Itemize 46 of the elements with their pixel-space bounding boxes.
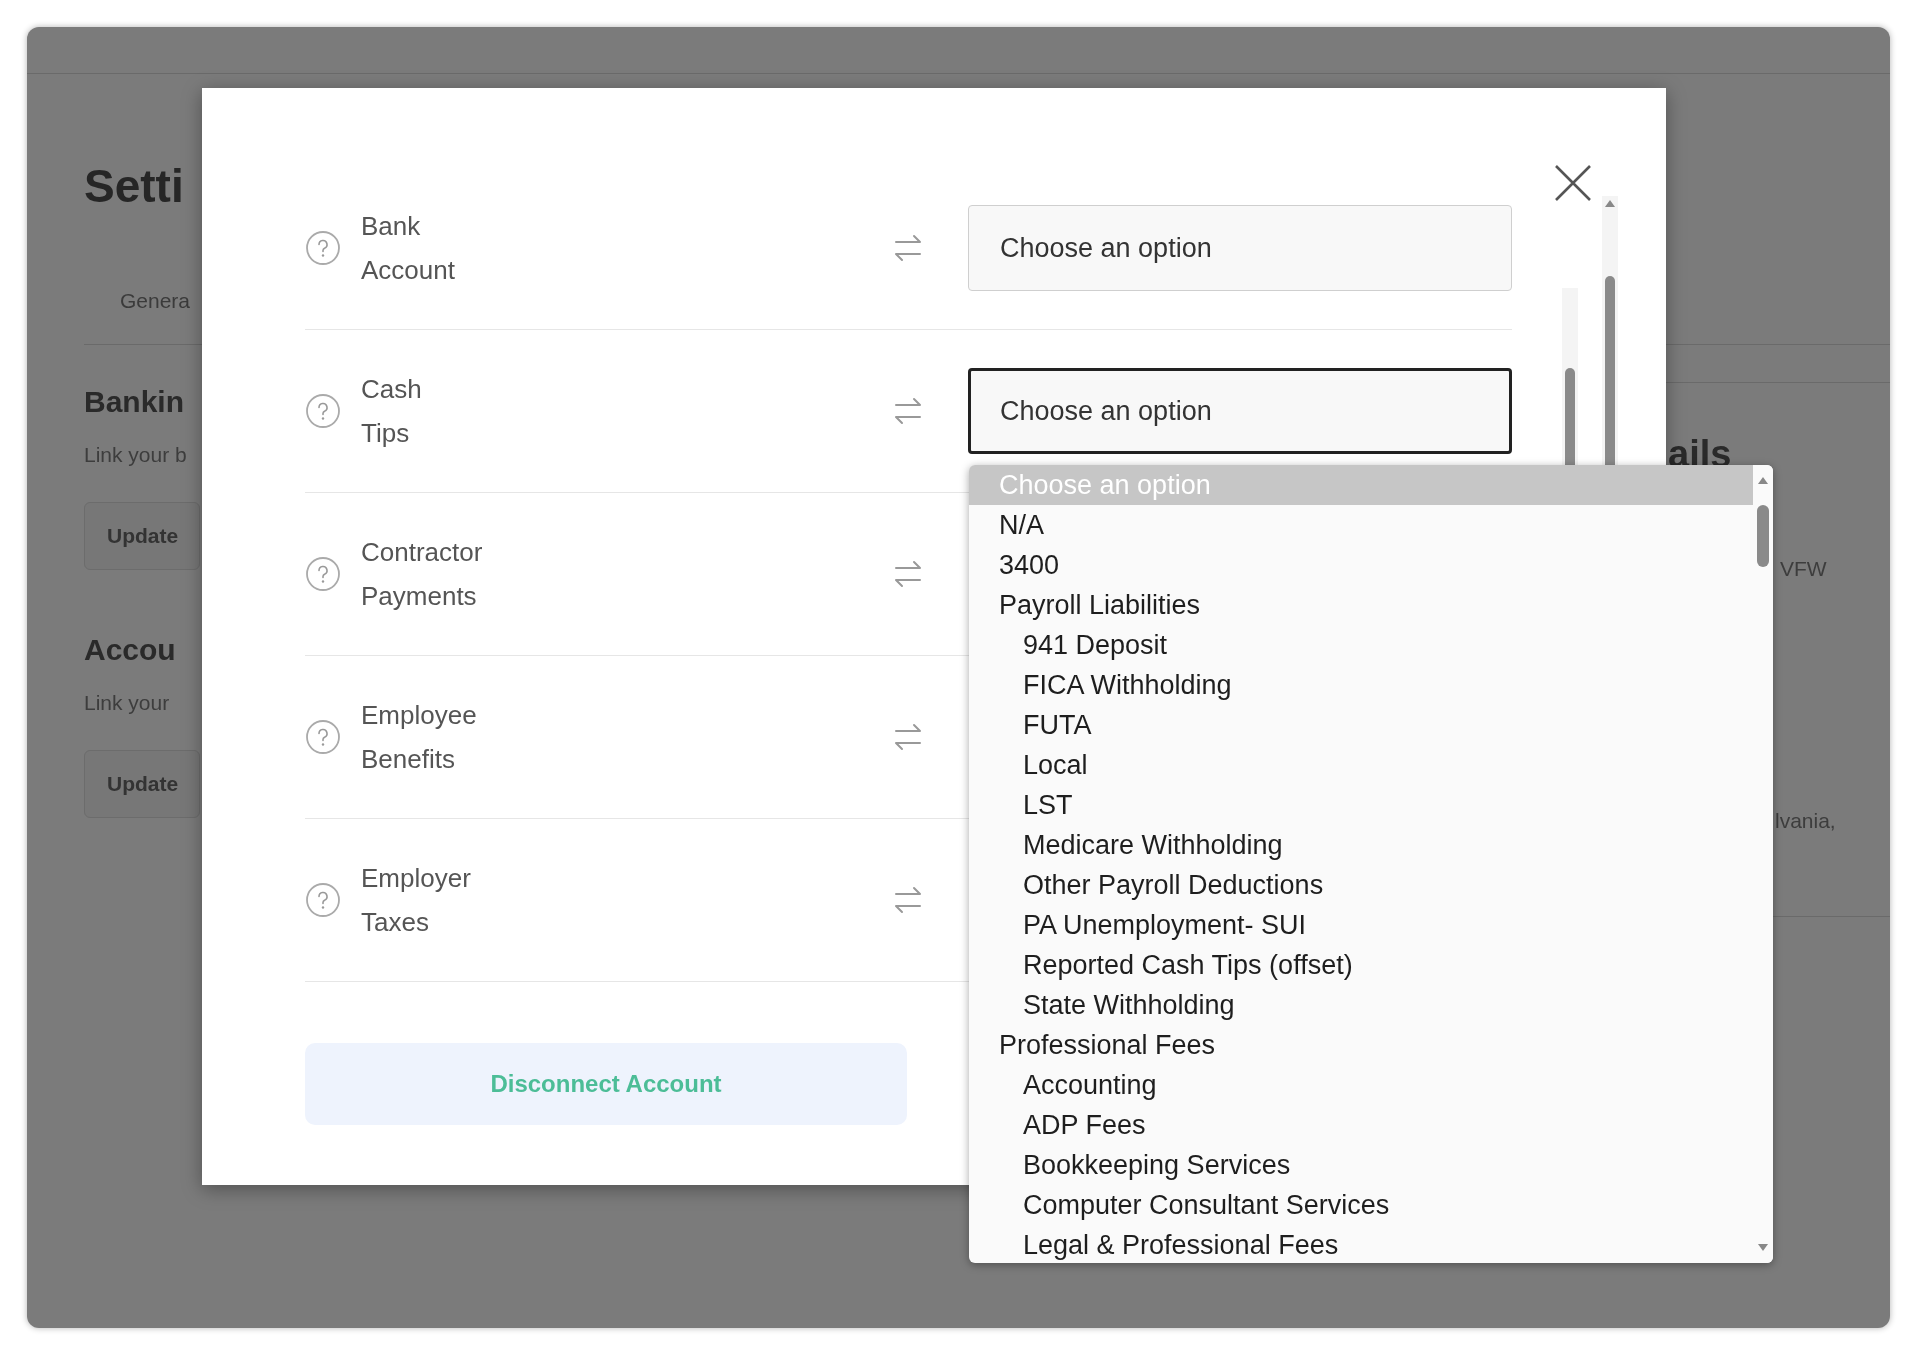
dropdown-option[interactable]: 941 Deposit: [969, 625, 1753, 665]
sync-icon: [892, 397, 924, 425]
select-field[interactable]: Choose an option: [968, 205, 1512, 291]
dropdown-option[interactable]: Local: [969, 745, 1753, 785]
dropdown-option[interactable]: Reported Cash Tips (offset): [969, 945, 1753, 985]
help-icon[interactable]: [305, 230, 341, 266]
field-label: Employer Taxes: [361, 862, 471, 939]
dropdown-option[interactable]: N/A: [969, 505, 1753, 545]
sync-icon: [892, 723, 924, 751]
close-icon[interactable]: [1554, 164, 1592, 202]
dropdown-option[interactable]: ADP Fees: [969, 1105, 1753, 1145]
dropdown-option[interactable]: 3400: [969, 545, 1753, 585]
dropdown-option[interactable]: FUTA: [969, 705, 1753, 745]
section-description: Link your b: [84, 442, 188, 468]
field-label: Bank Account: [361, 210, 455, 287]
help-icon[interactable]: [305, 556, 341, 592]
detail-text: lvania,: [1775, 809, 1837, 833]
help-icon[interactable]: [305, 719, 341, 755]
dropdown-option[interactable]: Legal & Professional Fees: [969, 1225, 1753, 1263]
field-label: Cash Tips: [361, 373, 422, 450]
dropdown-option[interactable]: Other Payroll Deductions: [969, 865, 1753, 905]
dropdown-option[interactable]: FICA Withholding: [969, 665, 1753, 705]
help-icon[interactable]: [305, 393, 341, 429]
page-title: Setti: [84, 159, 185, 214]
section-heading: Accou: [84, 632, 177, 668]
field-label: Contractor Payments: [361, 536, 483, 613]
dropdown-option[interactable]: Professional Fees: [969, 1025, 1753, 1065]
sync-icon: [892, 560, 924, 588]
dropdown-menu[interactable]: [969, 465, 1773, 1263]
section-heading: Bankin: [84, 384, 186, 420]
sync-icon: [892, 234, 924, 262]
dropdown-option[interactable]: Payroll Liabilities: [969, 585, 1753, 625]
select-field[interactable]: Choose an option: [968, 368, 1512, 454]
sync-icon: [892, 886, 924, 914]
dropdown-option[interactable]: Medicare Withholding: [969, 825, 1753, 865]
field-label: Employee Benefits: [361, 699, 477, 776]
dropdown-option[interactable]: PA Unemployment- SUI: [969, 905, 1753, 945]
help-icon[interactable]: [305, 882, 341, 918]
section-description: Link your: [84, 690, 171, 716]
dropdown-option[interactable]: Accounting: [969, 1065, 1753, 1105]
dropdown-option[interactable]: Bookkeeping Services: [969, 1145, 1753, 1185]
dropdown-option[interactable]: Computer Consultant Services: [969, 1185, 1753, 1225]
dropdown-option[interactable]: LST: [969, 785, 1753, 825]
detail-text: VFW: [1780, 557, 1828, 581]
scrollbar[interactable]: [1753, 465, 1773, 1263]
dropdown-option[interactable]: State Withholding: [969, 985, 1753, 1025]
